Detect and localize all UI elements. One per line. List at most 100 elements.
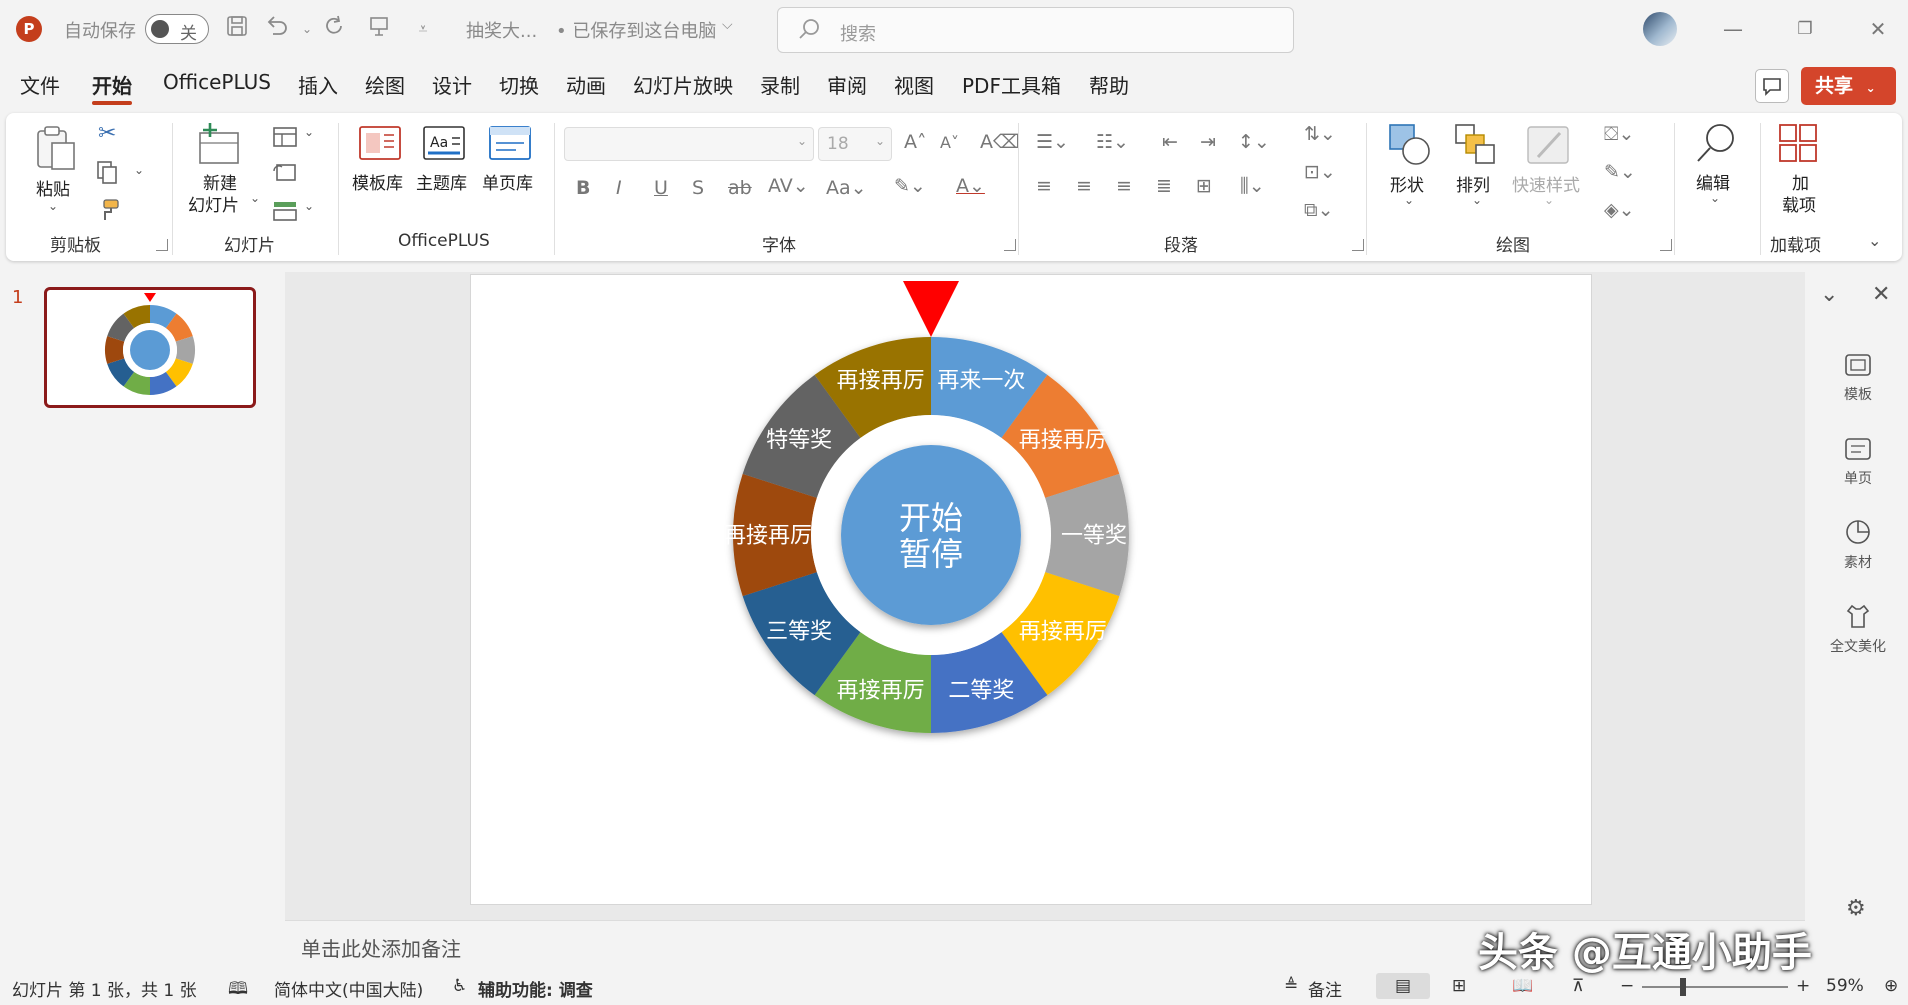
reading-view-icon[interactable]: 📖 [1512, 976, 1533, 996]
strikethrough-icon[interactable]: ab [728, 177, 752, 199]
comments-button[interactable] [1755, 69, 1789, 103]
save-status-chevron-icon[interactable]: ⌵ [722, 17, 733, 33]
tab-record[interactable]: 录制 [760, 70, 800, 99]
line-spacing-icon[interactable]: ↕⌄ [1238, 131, 1270, 153]
zoom-slider[interactable] [1642, 978, 1788, 996]
increase-font-icon[interactable]: A˄ [904, 131, 927, 153]
accessibility-icon[interactable]: ♿ [452, 976, 467, 996]
shape-effects-icon[interactable]: ◈⌄ [1604, 199, 1635, 221]
redo-icon[interactable] [320, 14, 350, 44]
slideshow-view-icon[interactable]: ⊼ [1572, 976, 1584, 996]
collapse-pane-icon[interactable]: ⌄ [1820, 282, 1838, 307]
minimize-icon[interactable]: — [1713, 12, 1753, 46]
shape-fill-icon[interactable]: ⛋⌄ [1604, 123, 1634, 145]
fit-to-window-icon[interactable]: ⊕ [1884, 976, 1898, 996]
cut-icon[interactable]: ✂ [98, 121, 116, 146]
bold-icon[interactable]: B [576, 177, 590, 199]
presentation-icon[interactable] [364, 14, 394, 44]
tab-design[interactable]: 设计 [432, 70, 472, 99]
shapes-icon[interactable] [1386, 121, 1434, 169]
align-left-icon[interactable]: ≡ [1036, 175, 1052, 197]
single-page-library-icon[interactable] [488, 123, 532, 163]
section-icon[interactable] [272, 199, 298, 223]
shape-outline-icon[interactable]: ✎⌄ [1604, 161, 1636, 183]
drawing-launcher-icon[interactable] [1660, 239, 1672, 251]
align-right-icon[interactable]: ≡ [1116, 175, 1132, 197]
undo-dropdown-icon[interactable]: ⌄ [292, 14, 322, 44]
addins-icon[interactable] [1776, 121, 1822, 167]
edit-chevron-icon[interactable]: ⌄ [1710, 191, 1720, 205]
italic-icon[interactable]: I [616, 177, 622, 199]
single-page-library-label[interactable]: 单页库 [482, 169, 533, 194]
theme-library-icon[interactable]: Aa [422, 123, 466, 163]
zoom-out-icon[interactable]: − [1620, 976, 1634, 996]
shadow-icon[interactable]: S [692, 177, 704, 199]
save-status[interactable]: • 已保存到这台电脑 [556, 17, 716, 43]
font-name-select[interactable]: ⌄ [564, 127, 814, 161]
settings-icon[interactable]: ⚙ [1846, 896, 1866, 921]
tab-slideshow[interactable]: 幻灯片放映 [633, 70, 733, 99]
template-library-icon[interactable] [358, 123, 402, 163]
change-case-icon[interactable]: Aa⌄ [826, 177, 867, 199]
font-color-icon[interactable]: A⌄ [956, 175, 985, 197]
user-avatar[interactable] [1643, 12, 1677, 46]
rail-beautify[interactable]: 全文美化 [1810, 602, 1906, 656]
paste-icon[interactable] [32, 123, 80, 173]
arrange-icon[interactable] [1452, 121, 1498, 169]
align-center-icon[interactable]: ≡ [1076, 175, 1092, 197]
slide-sorter-icon[interactable]: ⊞ [1452, 976, 1466, 996]
find-icon[interactable] [1692, 121, 1740, 167]
clipboard-launcher-icon[interactable] [156, 239, 168, 251]
language[interactable]: 简体中文(中国大陆) [274, 976, 423, 1001]
zoom-slider-thumb[interactable] [1680, 978, 1686, 996]
collapse-ribbon-icon[interactable]: ⌄ [1868, 231, 1881, 250]
autosave-toggle[interactable]: 关 [145, 14, 209, 44]
bullets-icon[interactable]: ☰⌄ [1036, 131, 1069, 153]
smartart-icon[interactable]: ⧉⌄ [1304, 199, 1334, 221]
search-box[interactable]: 搜索 [777, 7, 1294, 53]
notes-placeholder[interactable]: 单击此处添加备注 [301, 933, 461, 962]
tab-home[interactable]: 开始 [92, 70, 132, 105]
shapes-chevron-icon[interactable]: ⌄ [1404, 193, 1414, 207]
font-size-select[interactable]: 18 ⌄ [818, 127, 892, 161]
zoom-in-icon[interactable]: + [1796, 976, 1810, 996]
theme-library-label[interactable]: 主题库 [416, 169, 467, 194]
numbering-icon[interactable]: ☷⌄ [1096, 131, 1129, 153]
tab-help[interactable]: 帮助 [1089, 70, 1129, 99]
layout-icon[interactable] [272, 125, 298, 149]
new-slide-icon[interactable] [196, 121, 242, 167]
arrange-chevron-icon[interactable]: ⌄ [1472, 193, 1482, 207]
normal-view-icon[interactable]: ▤ [1376, 973, 1430, 999]
new-slide-chevron-icon[interactable]: ⌄ [250, 191, 260, 205]
reset-slide-icon[interactable] [272, 161, 298, 185]
close-window-icon[interactable]: ✕ [1858, 12, 1898, 46]
tab-animations[interactable]: 动画 [566, 70, 606, 99]
rail-template[interactable]: 模板 [1810, 352, 1906, 404]
undo-icon[interactable] [262, 14, 292, 44]
font-launcher-icon[interactable] [1004, 239, 1016, 251]
format-painter-icon[interactable] [96, 197, 122, 223]
layout-chevron-icon[interactable]: ⌄ [304, 125, 314, 139]
save-icon[interactable] [222, 14, 252, 44]
notes-icon[interactable]: ≜ [1284, 976, 1298, 996]
tab-view[interactable]: 视图 [894, 70, 934, 99]
increase-indent-icon[interactable]: ⇥ [1200, 131, 1216, 153]
accessibility-status[interactable]: 辅助功能: 调查 [478, 976, 593, 1001]
copy-chevron-icon[interactable]: ⌄ [134, 163, 144, 177]
underline-icon[interactable]: U [654, 177, 668, 199]
slide-thumbnail[interactable] [44, 287, 256, 408]
new-slide-label-2[interactable]: 幻灯片 [188, 191, 239, 216]
rail-single-page[interactable]: 单页 [1810, 436, 1906, 488]
tab-transitions[interactable]: 切换 [499, 70, 539, 99]
text-direction-icon[interactable]: ⇅⌄ [1304, 123, 1336, 145]
highlight-icon[interactable]: ✎⌄ [894, 175, 926, 197]
clear-formatting-icon[interactable]: A⌫ [980, 131, 1020, 153]
tab-pdf-toolbox[interactable]: PDF工具箱 [962, 70, 1061, 99]
template-library-label[interactable]: 模板库 [352, 169, 403, 194]
zoom-level[interactable]: 59% [1826, 976, 1864, 996]
decrease-font-icon[interactable]: A˅ [940, 133, 959, 152]
notes-toggle[interactable]: 备注 [1308, 976, 1342, 1001]
paste-label[interactable]: 粘贴 [36, 175, 70, 200]
quick-styles-chevron-icon[interactable]: ⌄ [1544, 193, 1554, 207]
rail-material[interactable]: 素材 [1810, 518, 1906, 572]
